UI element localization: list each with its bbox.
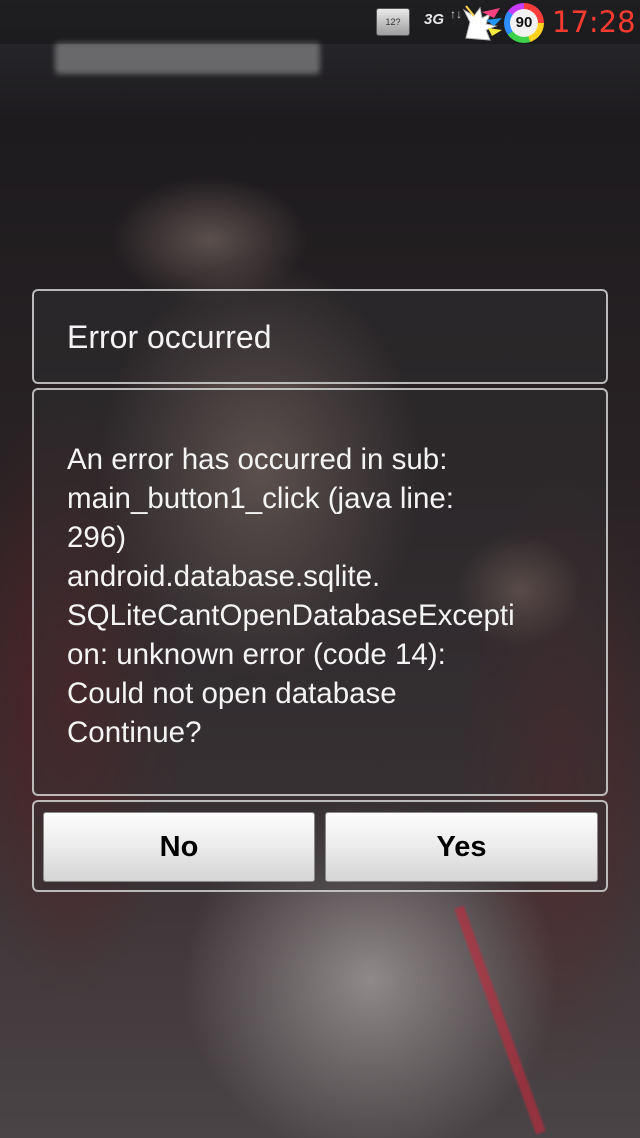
- battery-level: 90: [510, 9, 538, 37]
- dialog-title-panel: Error occurred: [32, 289, 608, 384]
- calendar-icon: 12?: [376, 8, 410, 36]
- network-3g-icon: 3G: [424, 11, 445, 28]
- dialog-message: An error has occurred in sub: main_butto…: [67, 443, 515, 749]
- dialog-button-bar: No Yes: [32, 800, 608, 892]
- unicorn-icon: [462, 5, 502, 41]
- dialog-title: Error occurred: [67, 319, 272, 355]
- dialog-message-panel: An error has occurred in sub: main_butto…: [32, 388, 608, 796]
- clock: 17:28: [552, 5, 636, 39]
- background-light: [55, 42, 320, 74]
- battery-ring-icon: 90: [504, 3, 544, 43]
- yes-button[interactable]: Yes: [325, 812, 598, 882]
- no-button[interactable]: No: [43, 812, 315, 882]
- status-bar: 12? 3G ↑↓ 90 17:28: [0, 0, 640, 44]
- screen: 12? 3G ↑↓ 90 17:28 Error occurred An err…: [0, 0, 640, 1138]
